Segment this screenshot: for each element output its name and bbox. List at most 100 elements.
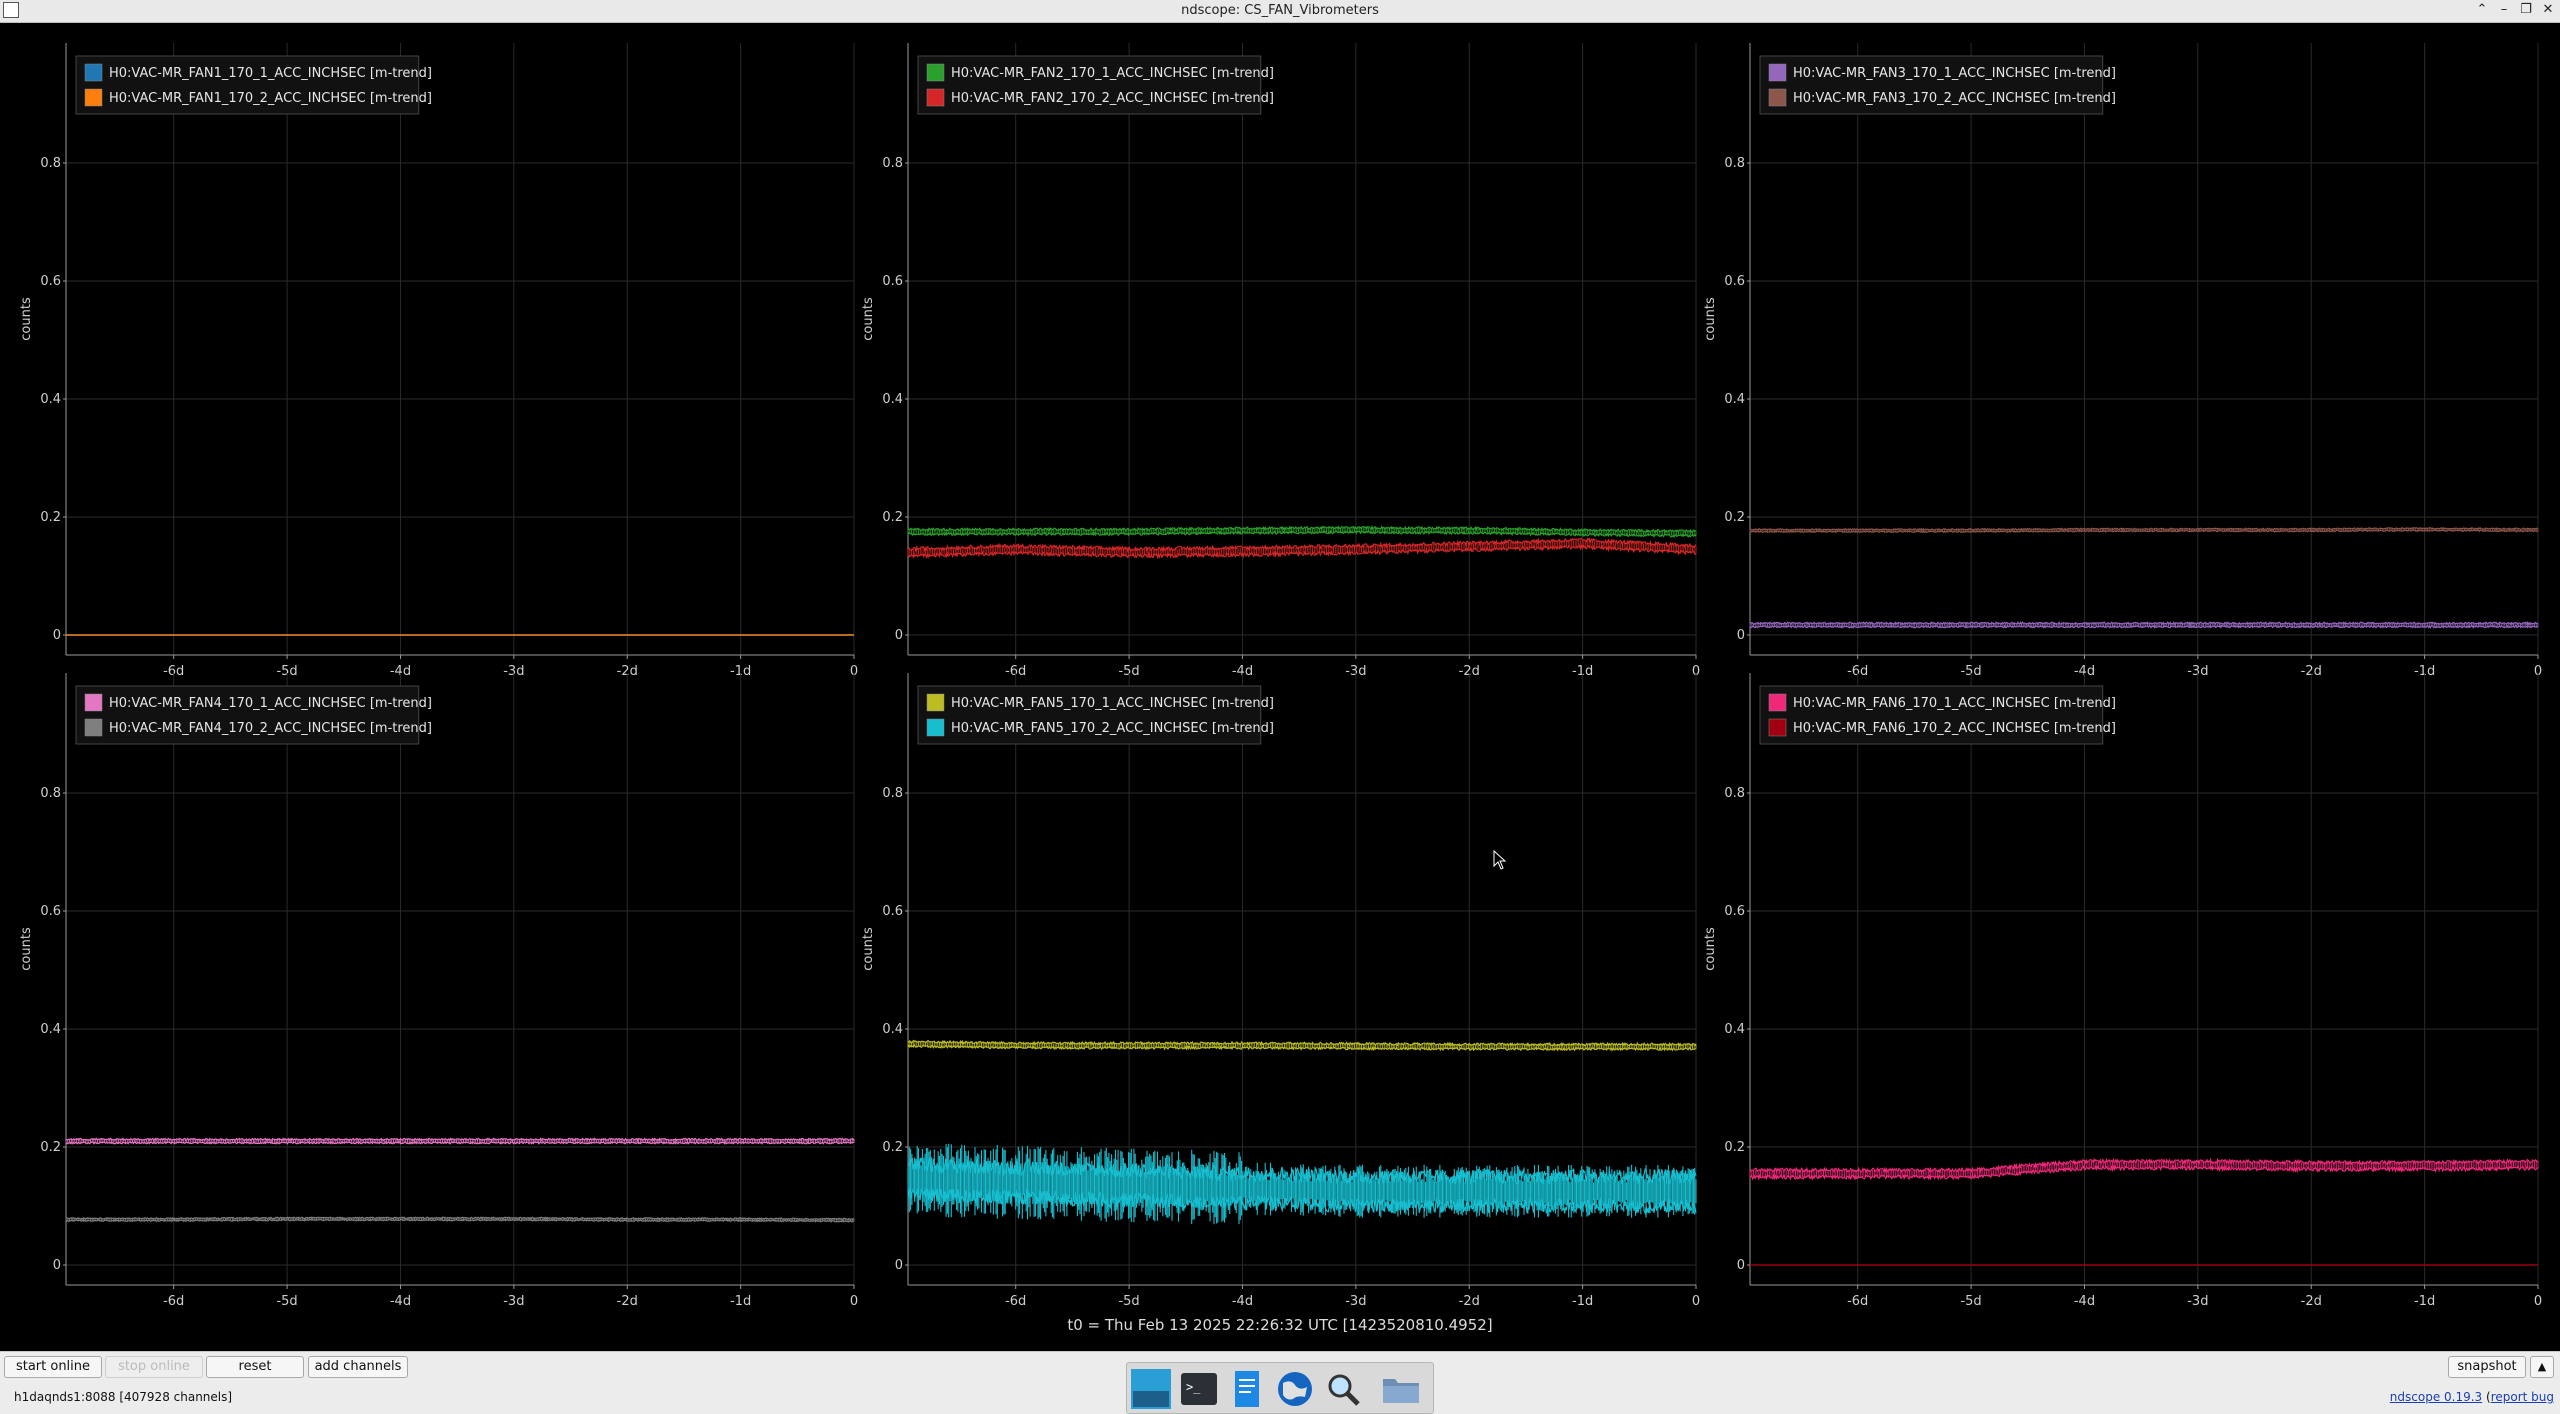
version-link[interactable]: ndscope 0.19.3 [2390, 1390, 2482, 1404]
y-tick-label: 0.6 [40, 904, 61, 919]
version-info: ndscope 0.19.3 (report bug [2389, 1390, 2554, 1404]
y-axis-label: counts [19, 297, 34, 341]
y-tick-label: 0 [1737, 628, 1745, 643]
y-tick-label: 0.8 [40, 156, 61, 171]
x-tick-label: -1d [1572, 1294, 1593, 1309]
legend-swatch [926, 718, 945, 737]
legend-swatch [1768, 693, 1787, 712]
y-axis-label: counts [861, 297, 876, 341]
legend: H0:VAC-MR_FAN1_170_1_ACC_INCHSEC [m-tren… [75, 55, 432, 115]
y-axis-label: counts [1703, 297, 1718, 341]
y-tick-label: 0.6 [882, 904, 903, 919]
svg-text:>_: >_ [1186, 1380, 1201, 1394]
legend-swatch [1768, 63, 1787, 82]
server-status: h1daqnds1:8088 [407928 channels] [14, 1390, 233, 1404]
start-online-button[interactable]: start online [4, 1356, 102, 1378]
legend-swatch [1768, 718, 1787, 737]
legend-entry: H0:VAC-MR_FAN1_170_2_ACC_INCHSEC [m-tren… [109, 91, 432, 106]
y-tick-label: 0.2 [882, 510, 903, 525]
legend: H0:VAC-MR_FAN4_170_1_ACC_INCHSEC [m-tren… [75, 685, 432, 745]
x-tick-label: -3d [2187, 1294, 2208, 1309]
bottom-toolbar: start online stop online reset add chann… [0, 1351, 2560, 1414]
y-tick-label: 0 [53, 628, 61, 643]
legend-entry: H0:VAC-MR_FAN5_170_1_ACC_INCHSEC [m-tren… [951, 696, 1274, 711]
legend-entry: H0:VAC-MR_FAN3_170_1_ACC_INCHSEC [m-tren… [1793, 66, 2116, 81]
y-axis-label: counts [1703, 927, 1718, 971]
legend-entry: H0:VAC-MR_FAN6_170_1_ACC_INCHSEC [m-tren… [1793, 696, 2116, 711]
search-icon[interactable] [1323, 1369, 1363, 1409]
web-browser-icon[interactable] [1275, 1369, 1315, 1409]
y-axis-label: counts [861, 927, 876, 971]
taskbar: >_ [1126, 1362, 1434, 1414]
maximize-icon[interactable]: ❐ [2518, 1, 2534, 19]
y-tick-label: 0 [53, 1258, 61, 1273]
terminal-icon[interactable]: >_ [1179, 1369, 1219, 1409]
y-tick-label: 0 [895, 1258, 903, 1273]
x-tick-label: -2d [2301, 1294, 2322, 1309]
legend-swatch [84, 693, 103, 712]
window-title: ndscope: CS_FAN_Vibrometers [1181, 3, 1379, 18]
y-tick-label: 0.6 [1724, 904, 1745, 919]
reset-button[interactable]: reset [206, 1356, 304, 1378]
keep-above-icon[interactable]: ⌃ [2474, 1, 2490, 19]
stop-online-button[interactable]: stop online [105, 1356, 203, 1378]
legend: H0:VAC-MR_FAN6_170_1_ACC_INCHSEC [m-tren… [1759, 685, 2116, 745]
y-tick-label: 0.2 [40, 510, 61, 525]
y-tick-label: 0.8 [40, 786, 61, 801]
y-tick-label: 0.8 [1724, 786, 1745, 801]
legend-swatch [926, 693, 945, 712]
x-tick-label: -3d [1345, 1294, 1366, 1309]
desktop-icon[interactable] [1131, 1369, 1171, 1409]
legend: H0:VAC-MR_FAN3_170_1_ACC_INCHSEC [m-tren… [1759, 55, 2116, 115]
expand-up-icon[interactable]: ▲ [2530, 1356, 2554, 1378]
text-editor-icon[interactable] [1227, 1369, 1267, 1409]
legend-swatch [926, 88, 945, 107]
snapshot-button[interactable]: snapshot [2448, 1356, 2526, 1378]
legend-swatch [84, 63, 103, 82]
add-channels-button[interactable]: add channels [308, 1356, 408, 1378]
y-tick-label: 0.2 [40, 1140, 61, 1155]
y-tick-label: 0 [895, 628, 903, 643]
legend-entry: H0:VAC-MR_FAN4_170_2_ACC_INCHSEC [m-tren… [109, 721, 432, 736]
x-tick-label: -4d [390, 1294, 411, 1309]
legend-entry: H0:VAC-MR_FAN4_170_1_ACC_INCHSEC [m-tren… [109, 696, 432, 711]
x-tick-label: -5d [1118, 1294, 1139, 1309]
x-tick-label: -4d [2074, 1294, 2095, 1309]
x-tick-label: -6d [1847, 1294, 1868, 1309]
x-tick-label: -5d [276, 1294, 297, 1309]
legend-swatch [926, 63, 945, 82]
close-icon[interactable]: ✕ [2540, 1, 2556, 19]
y-tick-label: 0.2 [1724, 510, 1745, 525]
y-tick-label: 0.8 [1724, 156, 1745, 171]
x-tick-label: -6d [163, 1294, 184, 1309]
y-tick-label: 0.4 [40, 392, 61, 407]
y-tick-label: 0.4 [882, 1022, 903, 1037]
y-tick-label: 0.4 [1724, 1022, 1745, 1037]
x-tick-label: 0 [2534, 1294, 2542, 1309]
x-tick-label: 0 [850, 1294, 858, 1309]
x-tick-label: -5d [1960, 1294, 1981, 1309]
y-tick-label: 0.6 [40, 274, 61, 289]
plot-area[interactable]: 0 0.2 0.4 0.6 0.8 -6d -5d -4d -3d -2d -1d 0 counts H0… [0, 23, 2560, 1351]
y-tick-label: 0.6 [1724, 274, 1745, 289]
x-tick-label: 0 [1692, 1294, 1700, 1309]
legend-entry: H0:VAC-MR_FAN6_170_2_ACC_INCHSEC [m-tren… [1793, 721, 2116, 736]
legend-entry: H0:VAC-MR_FAN2_170_1_ACC_INCHSEC [m-tren… [951, 66, 1274, 81]
x-tick-label: -6d [1005, 1294, 1026, 1309]
y-tick-label: 0.8 [882, 786, 903, 801]
window-controls: ⌃ – ❐ ✕ [2474, 1, 2556, 19]
y-tick-label: 0.4 [40, 1022, 61, 1037]
folder-icon[interactable] [1381, 1369, 1421, 1409]
y-tick-label: 0 [1737, 1258, 1745, 1273]
y-tick-label: 0.4 [1724, 392, 1745, 407]
report-bug-link[interactable]: report bug [2491, 1390, 2554, 1404]
x-tick-label: -4d [1232, 1294, 1253, 1309]
x-tick-label: -1d [2414, 1294, 2435, 1309]
y-tick-label: 0.2 [882, 1140, 903, 1155]
window-titlebar: ndscope: CS_FAN_Vibrometers ⌃ – ❐ ✕ [0, 0, 2560, 23]
minimize-icon[interactable]: – [2496, 1, 2512, 19]
legend-swatch [84, 88, 103, 107]
legend-swatch [1768, 88, 1787, 107]
y-tick-label: 0.2 [1724, 1140, 1745, 1155]
x-tick-label: -3d [503, 1294, 524, 1309]
